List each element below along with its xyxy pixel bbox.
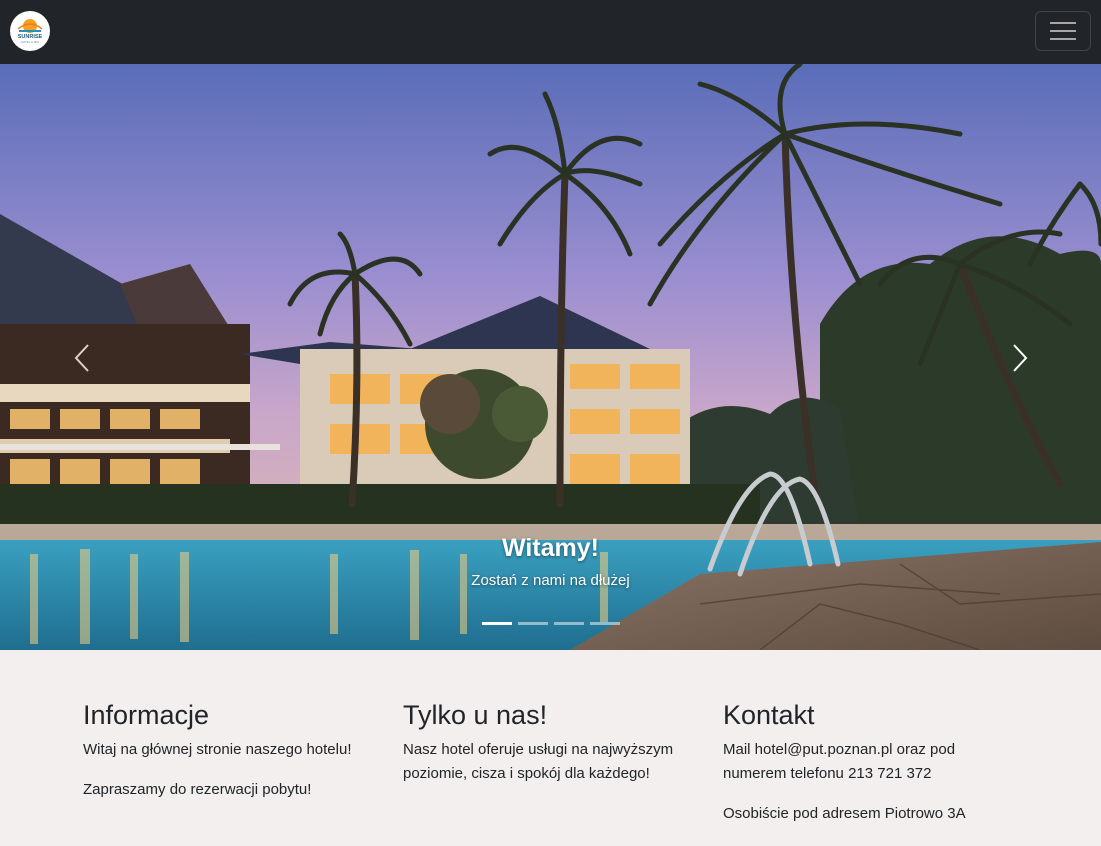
caption-text: Zostań z nami na dłużej (471, 572, 630, 589)
sunrise-logo-icon: SUNRISE HOTEL & SPA (17, 19, 43, 44)
logo-subtext: HOTEL & SPA (21, 40, 39, 44)
contact-heading: Kontakt (723, 700, 815, 730)
caption-title: Witamy! (501, 534, 599, 562)
info-section: Informacje Witaj na głównej stronie nasz… (0, 650, 1101, 846)
carousel-caption: Witamy! Zostań z nami na dłużej (300, 532, 801, 592)
info-column: Informacje Witaj na głównej stronie nasz… (83, 698, 383, 802)
offer-heading: Tylko u nas! (403, 700, 548, 730)
chevron-left-icon (74, 344, 89, 372)
menu-toggle-button[interactable] (1035, 11, 1091, 51)
carousel-indicator-4[interactable] (589, 622, 620, 625)
info-heading: Informacje (83, 700, 210, 730)
contact-column: Kontakt Mail hotel@put.poznan.pl oraz po… (723, 698, 993, 826)
contact-paragraph-1: Mail hotel@put.poznan.pl oraz pod numere… (723, 741, 956, 782)
contact-paragraph-2: Osobiście pod adresem Piotrowo 3A (723, 805, 966, 822)
carousel-indicator-1[interactable] (481, 622, 512, 625)
carousel-next-button[interactable] (990, 314, 1050, 402)
carousel-indicator-2[interactable] (517, 622, 548, 625)
info-paragraph-2: Zapraszamy do rezerwacji pobytu! (83, 781, 312, 798)
carousel-prev-button[interactable] (52, 314, 112, 402)
hamburger-icon (1050, 22, 1076, 40)
carousel-indicators (0, 619, 1101, 629)
chevron-right-icon (1013, 344, 1028, 372)
offer-paragraph: Nasz hotel oferuje usługi na najwyższym … (403, 741, 674, 782)
offer-column: Tylko u nas! Nasz hotel oferuje usługi n… (403, 698, 703, 786)
brand-logo[interactable]: SUNRISE HOTEL & SPA (10, 11, 50, 51)
navbar: SUNRISE HOTEL & SPA (0, 0, 1101, 64)
carousel-indicator-3[interactable] (553, 622, 584, 625)
hero-carousel: Witamy! Zostań z nami na dłużej (0, 64, 1101, 650)
info-paragraph-1: Witaj na głównej stronie naszego hotelu! (83, 741, 352, 758)
